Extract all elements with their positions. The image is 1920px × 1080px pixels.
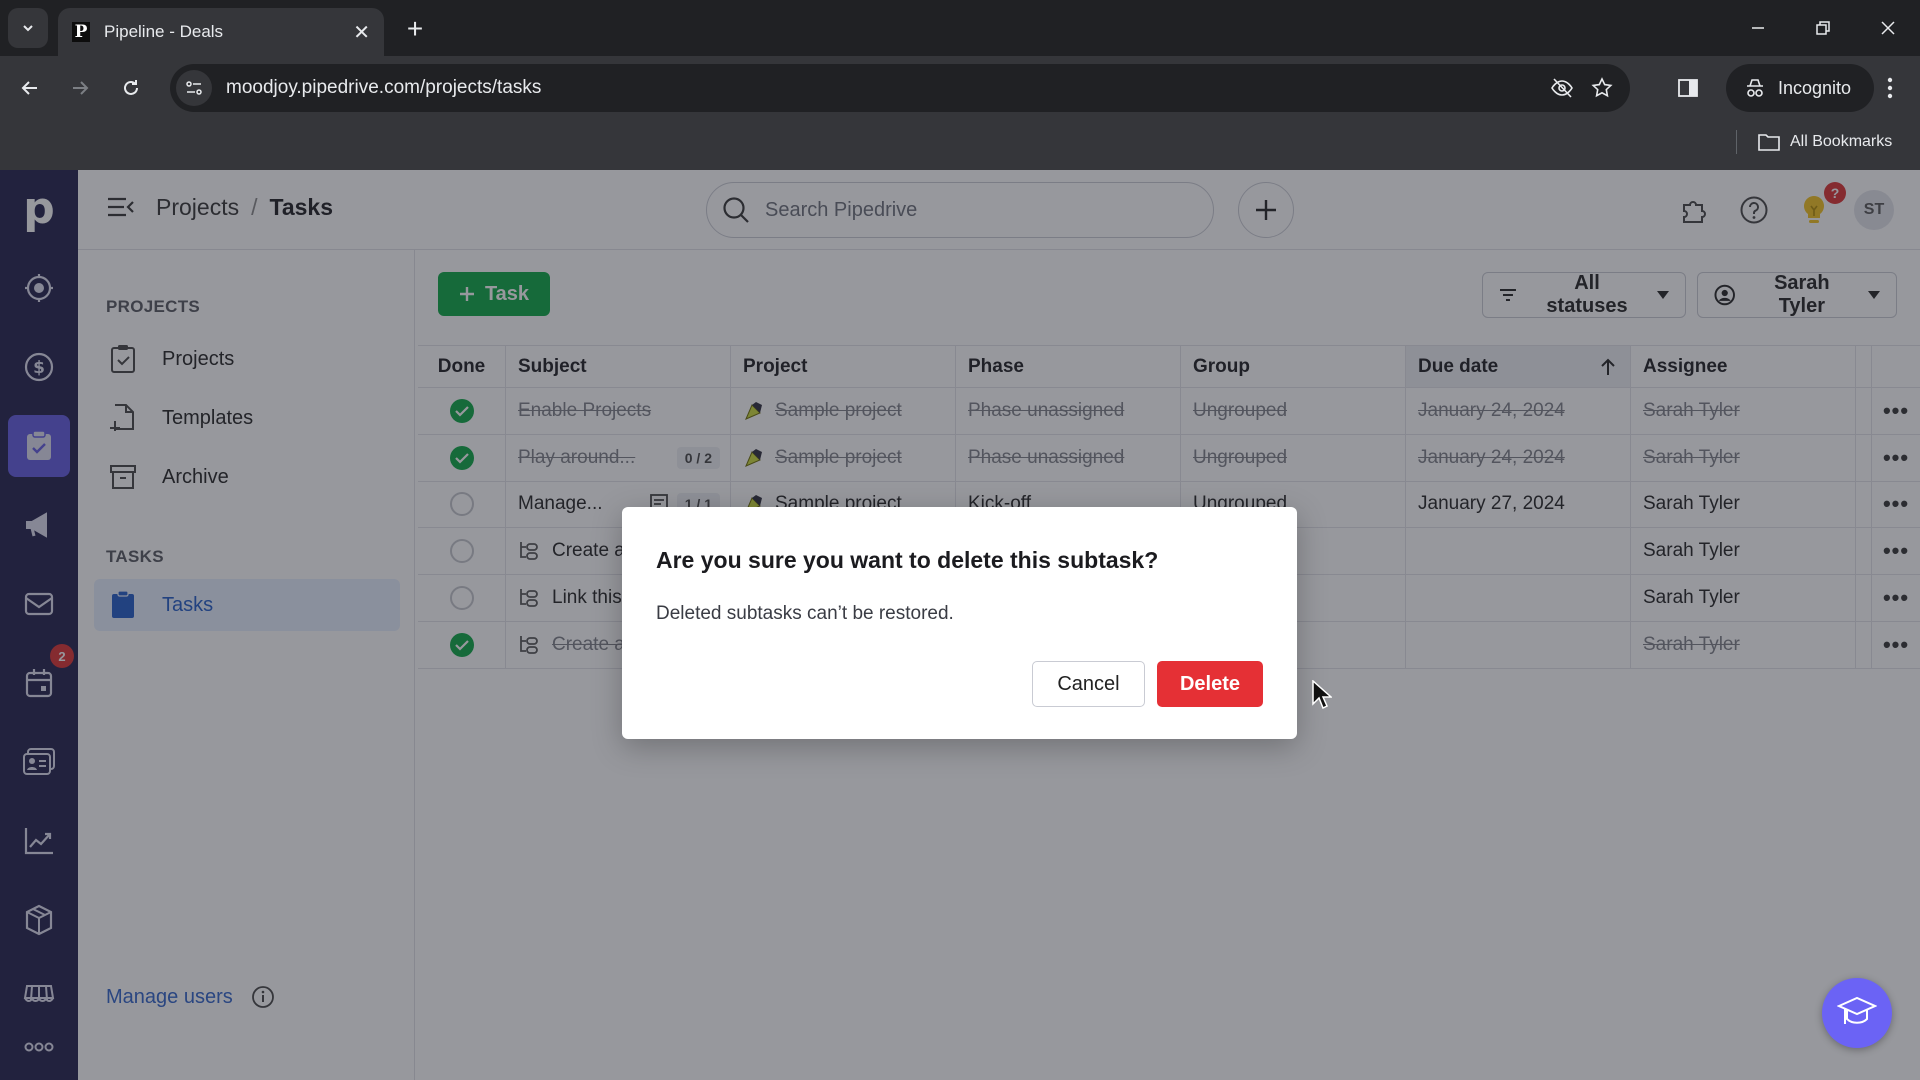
bookmark-star-icon[interactable] — [1582, 68, 1622, 108]
minimize-icon — [1752, 27, 1764, 29]
dialog-message: Deleted subtasks can’t be restored. — [656, 603, 954, 624]
dialog-title: Are you sure you want to delete this sub… — [656, 547, 1159, 573]
omnibox[interactable]: moodjoy.pipedrive.com/projects/tasks — [170, 64, 1630, 112]
bookmarks-bar: All Bookmarks — [0, 120, 1920, 170]
kebab-menu-icon — [1887, 77, 1893, 99]
folder-icon — [1758, 134, 1780, 151]
reload-icon — [124, 80, 138, 95]
mouse-cursor — [1312, 680, 1332, 710]
all-bookmarks-button[interactable]: All Bookmarks — [1758, 128, 1892, 156]
graduation-cap-icon — [1837, 996, 1877, 1024]
delete-button[interactable]: Delete — [1157, 661, 1263, 707]
close-icon — [1881, 21, 1895, 35]
incognito-indicator[interactable]: Incognito — [1726, 64, 1874, 112]
pipedrive-favicon: P — [72, 22, 90, 42]
browser-tab-bar: P Pipeline - Deals ✕ + — [0, 0, 1920, 56]
arrow-left-icon — [21, 81, 37, 95]
tab-title: Pipeline - Deals — [104, 22, 224, 41]
side-panel-icon — [1678, 79, 1698, 97]
side-panel-button[interactable] — [1670, 70, 1706, 106]
close-tab-icon[interactable]: ✕ — [353, 20, 370, 45]
site-settings-icon[interactable] — [176, 70, 212, 106]
minimize-button[interactable] — [1730, 8, 1786, 48]
incognito-icon — [1747, 79, 1763, 97]
restore-button[interactable] — [1795, 8, 1851, 48]
eye-off-icon[interactable] — [1542, 68, 1582, 108]
browser-address-bar: moodjoy.pipedrive.com/projects/tasks Inc… — [0, 56, 1920, 120]
bookmarks-divider — [1736, 130, 1737, 154]
all-bookmarks-label: All Bookmarks — [1790, 133, 1893, 150]
tab-search-button[interactable] — [8, 8, 48, 48]
back-button[interactable] — [12, 70, 48, 106]
forward-button[interactable] — [62, 70, 98, 106]
chevron-down-icon — [23, 25, 33, 32]
incognito-label: Incognito — [1778, 77, 1852, 98]
browser-menu-button[interactable] — [1872, 70, 1908, 106]
reload-button[interactable] — [113, 70, 149, 106]
close-window-button[interactable] — [1860, 8, 1916, 48]
cancel-button[interactable]: Cancel — [1032, 661, 1145, 707]
restore-icon — [1816, 21, 1830, 35]
academy-button[interactable] — [1822, 978, 1892, 1048]
arrow-right-icon — [73, 81, 89, 95]
browser-tab[interactable]: P Pipeline - Deals ✕ — [58, 8, 384, 56]
new-tab-button[interactable]: + — [398, 12, 432, 46]
url-text[interactable]: moodjoy.pipedrive.com/projects/tasks — [226, 77, 1542, 99]
delete-subtask-dialog: Are you sure you want to delete this sub… — [622, 507, 1297, 739]
